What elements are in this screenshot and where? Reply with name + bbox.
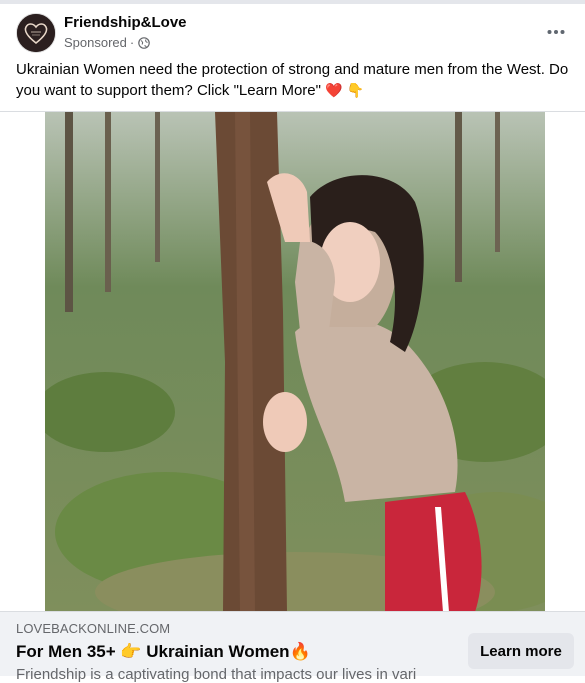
- learn-more-button[interactable]: Learn more: [468, 633, 574, 669]
- page-avatar[interactable]: [16, 13, 56, 53]
- sponsored-label[interactable]: Sponsored: [64, 35, 127, 50]
- globe-icon[interactable]: [138, 36, 151, 49]
- post-body-text: Ukrainian Women need the protection of s…: [16, 61, 569, 99]
- link-description: Friendship is a captivating bond that im…: [16, 666, 417, 683]
- ad-photo[interactable]: [45, 112, 545, 612]
- meta-separator: ·: [129, 35, 135, 50]
- heart-logo-icon: [17, 14, 55, 52]
- more-horizontal-icon: [547, 30, 565, 34]
- post-emojis: ❤️ 👇: [325, 82, 364, 98]
- more-options-button[interactable]: [543, 20, 569, 44]
- link-preview[interactable]: LOVEBACKONLINE.COM For Men 35+ 👉 Ukraini…: [0, 611, 585, 683]
- post-meta: Sponsored ·: [64, 35, 151, 50]
- link-domain: LOVEBACKONLINE.COM: [16, 621, 171, 636]
- page-name[interactable]: Friendship&Love: [64, 14, 187, 31]
- post-text: Ukrainian Women need the protection of s…: [16, 60, 572, 101]
- post-header: Friendship&Love Sponsored ·: [0, 4, 585, 60]
- post-media[interactable]: [0, 111, 585, 612]
- link-headline[interactable]: For Men 35+ 👉 Ukrainian Women🔥: [16, 642, 311, 662]
